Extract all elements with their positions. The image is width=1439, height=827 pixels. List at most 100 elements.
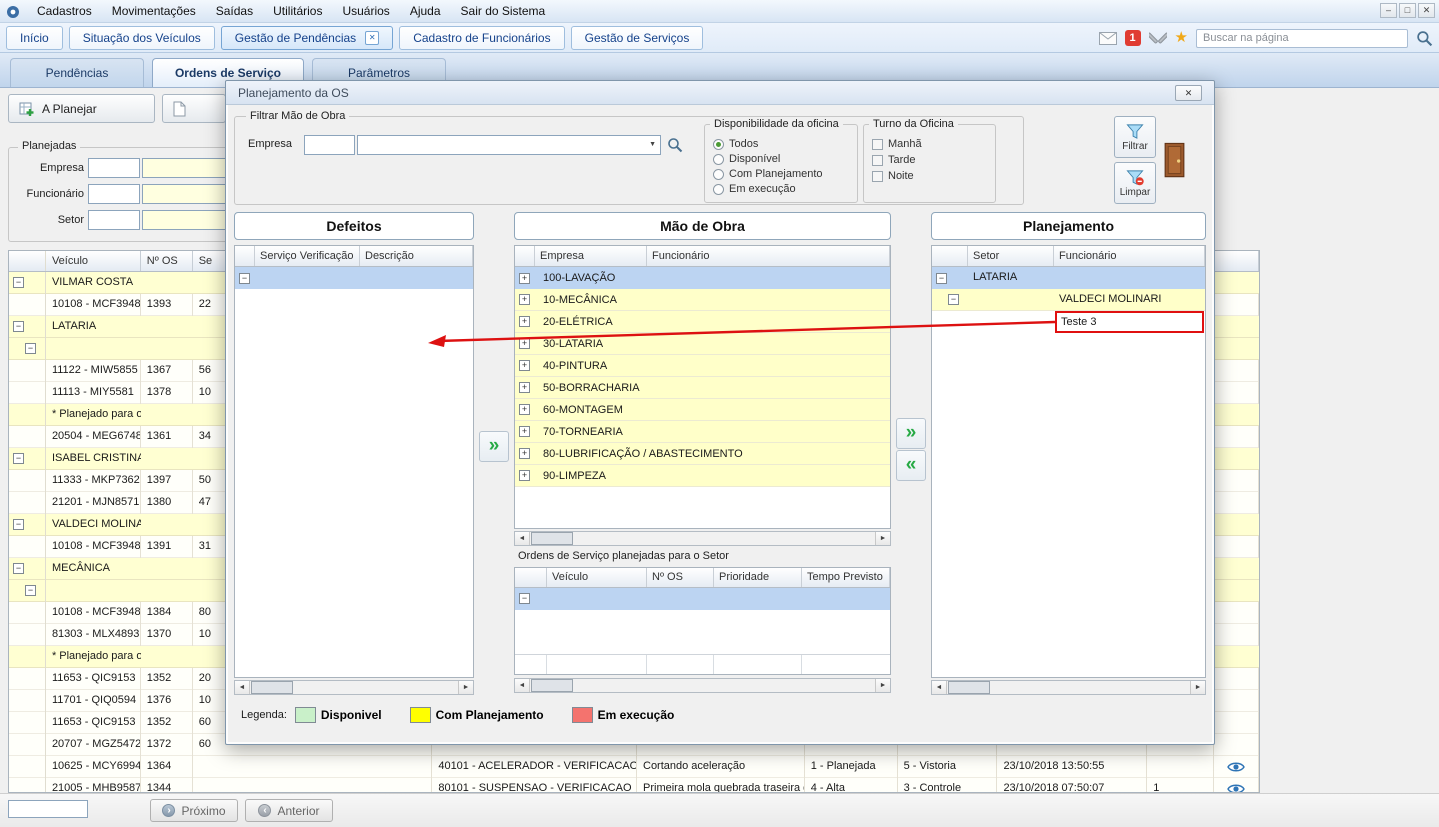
menu-item[interactable]: Cadastros (27, 1, 102, 21)
expand-toggle[interactable]: + (519, 470, 530, 481)
menu-item[interactable]: Movimentações (102, 1, 206, 21)
lookup-search-icon[interactable] (667, 137, 683, 153)
favorites-star-icon[interactable]: ★ (1175, 30, 1188, 46)
scroll-left-icon[interactable]: ◄ (235, 681, 250, 694)
menu-item[interactable]: Saídas (206, 1, 263, 21)
dialog-close-icon[interactable]: ✕ (1175, 85, 1202, 101)
empresa-name-field[interactable] (142, 158, 228, 178)
table-row[interactable]: + 60-MONTAGEM (515, 399, 890, 421)
table-row[interactable]: 21005 - MHB9587 1344 80101 - SUSPENSAO -… (9, 777, 1259, 794)
defeitos-scrollbar[interactable]: ◄ ► (234, 680, 474, 695)
collapse-toggle[interactable]: − (519, 593, 530, 604)
mao-de-obra-scrollbar[interactable]: ◄ ► (514, 531, 891, 546)
table-row[interactable]: + 40-PINTURA (515, 355, 890, 377)
bottom-search-field[interactable] (8, 800, 88, 818)
menu-item[interactable]: Sair do Sistema (451, 1, 556, 21)
expand-toggle[interactable]: + (519, 426, 530, 437)
expand-toggle[interactable]: + (519, 360, 530, 371)
table-row[interactable]: 10625 - MCY6994 1364 40101 - ACELERADOR … (9, 755, 1259, 778)
proximo-button[interactable]: › Próximo (150, 799, 238, 822)
tab-situacao-veiculos[interactable]: Situação dos Veículos (68, 25, 215, 50)
column-header-os[interactable]: Nº OS (647, 568, 714, 587)
column-header-funcionario[interactable]: Funcionário (647, 246, 890, 266)
expand-toggle[interactable]: + (519, 448, 530, 459)
radio-option[interactable]: Com Planejamento (713, 167, 857, 181)
scroll-right-icon[interactable]: ► (875, 532, 890, 545)
move-right-button[interactable]: » (479, 431, 509, 462)
table-row[interactable]: − LATARIA (932, 267, 1205, 289)
expand-toggle[interactable]: − (13, 321, 24, 332)
menu-item[interactable]: Ajuda (400, 1, 451, 21)
scrollbar-thumb[interactable] (948, 681, 990, 694)
column-header-os[interactable]: Nº OS (141, 251, 193, 271)
table-row[interactable]: + 20-ELÉTRICA (515, 311, 890, 333)
tab-gestao-servicos[interactable]: Gestão de Serviços (570, 25, 704, 50)
expand-toggle[interactable]: + (519, 338, 530, 349)
dialog-empresa-code-field[interactable] (304, 135, 355, 155)
scroll-right-icon[interactable]: ► (875, 679, 890, 692)
remove-from-planejamento-button[interactable]: « (896, 450, 926, 481)
collapse-toggle[interactable]: − (936, 272, 947, 284)
scroll-left-icon[interactable]: ◄ (932, 681, 947, 694)
collapse-toggle[interactable]: − (239, 272, 250, 284)
notification-badge[interactable]: 1 (1124, 30, 1141, 46)
expand-toggle[interactable]: − (13, 563, 24, 574)
table-row[interactable]: + 80-LUBRIFICAÇÃO / ABASTECIMENTO (515, 443, 890, 465)
menu-item[interactable]: Usuários (332, 1, 399, 21)
table-row[interactable]: + 90-LIMPEZA (515, 465, 890, 487)
expand-toggle[interactable]: − (25, 585, 36, 596)
collapse-toggle[interactable]: − (948, 294, 959, 305)
os-planejadas-scrollbar[interactable]: ◄ ► (514, 678, 891, 693)
scroll-left-icon[interactable]: ◄ (515, 532, 530, 545)
scroll-left-icon[interactable]: ◄ (515, 679, 530, 692)
column-header-eye[interactable] (1214, 251, 1259, 271)
table-row[interactable]: + 10-MECÂNICA (515, 289, 890, 311)
table-row[interactable]: + 70-TORNEARIA (515, 421, 890, 443)
column-header-servico-verificacao[interactable]: Serviço Verificação (255, 246, 360, 266)
document-button[interactable] (162, 94, 226, 123)
expand-toggle[interactable]: − (13, 453, 24, 464)
eye-icon[interactable] (1227, 783, 1245, 794)
checkbox-option[interactable]: Noite (872, 169, 995, 183)
dialog-title-bar[interactable]: Planejamento da OS (226, 81, 1214, 105)
maximize-button[interactable]: □ (1399, 3, 1416, 18)
column-header-veiculo[interactable]: Veículo (547, 568, 647, 587)
empresa-combobox[interactable]: ▼ (357, 135, 661, 155)
limpar-button[interactable]: Limpar (1114, 162, 1156, 204)
chevron-down-icon[interactable]: ▼ (649, 141, 656, 148)
planejamento-scrollbar[interactable]: ◄ ► (931, 680, 1206, 695)
table-row[interactable]: + 100-LAVAÇÃO (515, 267, 890, 289)
expand-toggle[interactable]: + (519, 316, 530, 327)
mail-icon[interactable] (1098, 31, 1117, 45)
exit-door-icon[interactable] (1162, 141, 1187, 179)
funcionario-name-field[interactable] (142, 184, 228, 204)
menu-item[interactable]: Utilitários (263, 1, 332, 21)
move-to-planejamento-button[interactable]: » (896, 418, 926, 449)
table-row[interactable]: Teste 3 (932, 311, 1205, 333)
radio-option[interactable]: Em execução (713, 182, 857, 196)
empresa-code-field[interactable] (88, 158, 140, 178)
expand-toggle[interactable]: − (25, 343, 36, 354)
search-icon[interactable] (1416, 30, 1433, 47)
highlighted-cell[interactable]: Teste 3 (1055, 311, 1204, 333)
radio-option[interactable]: Disponível (713, 152, 857, 166)
checkbox-option[interactable]: Manhã (872, 137, 995, 151)
radio-option[interactable]: Todos (713, 137, 857, 151)
eye-icon[interactable] (1227, 761, 1245, 773)
tab-cadastro-funcionarios[interactable]: Cadastro de Funcionários (399, 25, 565, 50)
table-row[interactable]: + 30-LATARIA (515, 333, 890, 355)
table-row[interactable]: − (235, 267, 473, 289)
funcionario-code-field[interactable] (88, 184, 140, 204)
tab-gestao-pendencias[interactable]: Gestão de Pendências ✕ (220, 25, 394, 50)
scrollbar-thumb[interactable] (251, 681, 293, 694)
scrollbar-thumb[interactable] (531, 532, 573, 545)
column-header-funcionario[interactable]: Funcionário (1054, 246, 1205, 266)
tab-inicio[interactable]: Início (6, 25, 63, 50)
checkbox-option[interactable]: Tarde (872, 153, 995, 167)
table-row[interactable]: − (515, 588, 890, 610)
column-header-tempo-previsto[interactable]: Tempo Previsto (802, 568, 890, 587)
expand-toggle[interactable]: + (519, 294, 530, 305)
expand-toggle[interactable]: − (13, 519, 24, 530)
page-search-input[interactable] (1196, 28, 1408, 48)
expand-toggle[interactable]: − (13, 277, 24, 288)
